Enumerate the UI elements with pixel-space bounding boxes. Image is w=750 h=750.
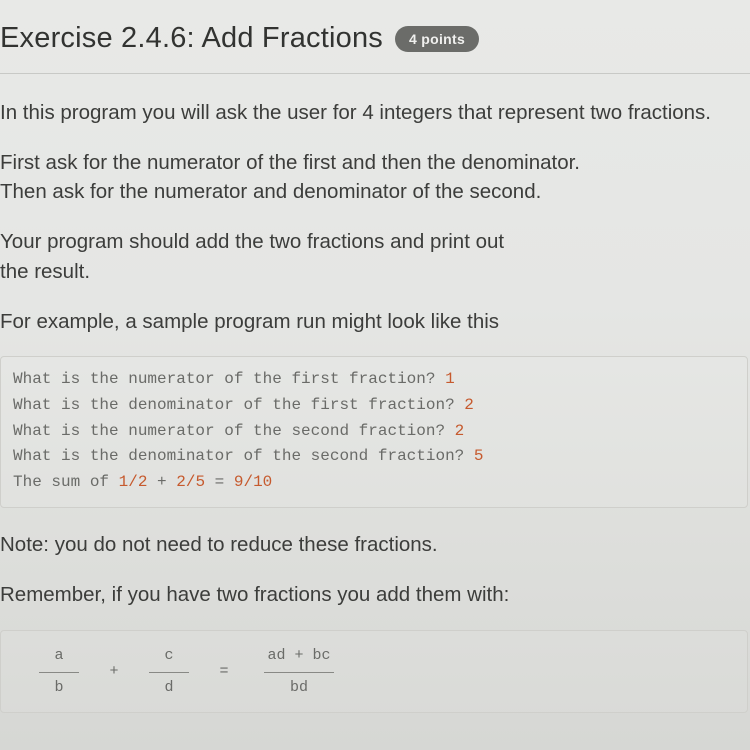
fraction-c-over-d: c d xyxy=(129,645,209,698)
code-line: What is the denominator of the second fr… xyxy=(13,444,735,470)
code-line: What is the denominator of the first fra… xyxy=(13,393,735,419)
goal-line: Your program should add the two fraction… xyxy=(0,227,748,257)
example-intro: For example, a sample program run might … xyxy=(0,307,748,337)
goal-line: the result. xyxy=(0,257,748,287)
equals-operator: = xyxy=(209,663,239,680)
plus-operator: + xyxy=(99,663,129,680)
exercise-header: Exercise 2.4.6: Add Fractions 4 points xyxy=(0,0,750,74)
instruction-line: Then ask for the numerator and denominat… xyxy=(0,177,748,207)
formula-block: a b + c d = ad + bc bd xyxy=(0,630,748,713)
instructions-block: First ask for the numerator of the first… xyxy=(0,148,748,207)
code-line: What is the numerator of the second frac… xyxy=(13,419,735,445)
fraction-result: ad + bc bd xyxy=(239,645,359,698)
points-badge: 4 points xyxy=(395,26,479,52)
formula-row: a b + c d = ad + bc bd xyxy=(19,645,729,698)
exercise-title: Exercise 2.4.6: Add Fractions xyxy=(0,22,383,55)
code-line: What is the numerator of the first fract… xyxy=(13,367,735,393)
instruction-line: First ask for the numerator of the first… xyxy=(0,148,748,178)
intro-paragraph: In this program you will ask the user fo… xyxy=(0,98,748,128)
fraction-a-over-b: a b xyxy=(19,645,99,698)
code-line: The sum of 1/2 + 2/5 = 9/10 xyxy=(13,470,735,496)
note-paragraph: Note: you do not need to reduce these fr… xyxy=(0,530,748,560)
exercise-body: In this program you will ask the user fo… xyxy=(0,74,750,713)
sample-output: What is the numerator of the first fract… xyxy=(0,356,748,508)
goal-block: Your program should add the two fraction… xyxy=(0,227,748,286)
remember-paragraph: Remember, if you have two fractions you … xyxy=(0,580,748,610)
